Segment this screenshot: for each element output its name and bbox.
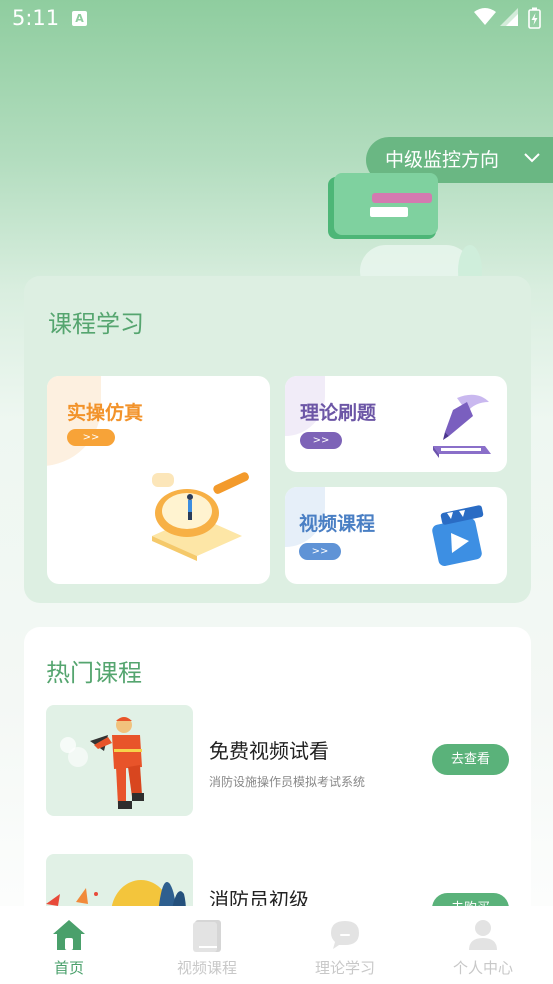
person-icon — [469, 920, 497, 950]
course-thumbnail — [46, 705, 193, 816]
section-title: 热门课程 — [46, 659, 142, 687]
tile-theory-practice[interactable]: 理论刷题 >> — [285, 376, 507, 472]
tile-label: 实操仿真 — [67, 402, 144, 424]
wifi-icon — [474, 8, 496, 25]
nav-item-home[interactable]: 首页 — [0, 906, 138, 984]
tile-arrow-badge: >> — [299, 543, 341, 560]
tile-label: 理论刷题 — [300, 402, 377, 424]
pen-book-illustration — [433, 394, 491, 458]
tile-arrow-badge: >> — [67, 429, 115, 446]
tile-label: 视频课程 — [299, 513, 376, 535]
book-icon — [193, 920, 221, 952]
section-title: 课程学习 — [48, 310, 144, 338]
chat-bubble-icon — [331, 921, 359, 949]
course-study-card: 课程学习 实操仿真 >> 理论刷题 >> 视频课程 >> — [24, 276, 531, 603]
battery-charging-icon — [528, 7, 541, 29]
bottom-navigation: 首页 视频课程 理论学习 个人中心 — [0, 906, 553, 984]
hot-courses-card: 热门课程 免费视频试看 消防设施操作员模拟考试系统 去查看 消防员初级 — [24, 627, 531, 965]
view-course-button[interactable]: 去查看 — [432, 744, 509, 775]
nav-label: 个人中心 — [452, 959, 513, 977]
home-icon — [53, 920, 85, 950]
video-play-illustration — [432, 505, 484, 566]
nav-label: 理论学习 — [314, 959, 375, 977]
nav-label: 视频课程 — [176, 959, 237, 977]
course-title: 免费视频试看 — [209, 739, 329, 763]
a-icon: A — [72, 11, 87, 26]
firefighter-illustration — [60, 717, 144, 809]
nav-item-theory-study[interactable]: 理论学习 — [276, 906, 414, 984]
signal-icon — [500, 8, 518, 26]
nav-label: 首页 — [53, 959, 84, 977]
nav-item-video-courses[interactable]: 视频课程 — [138, 906, 276, 984]
tile-practice-simulation[interactable]: 实操仿真 >> — [47, 376, 270, 584]
chevron-down-icon — [524, 153, 540, 163]
list-item[interactable]: 免费视频试看 消防设施操作员模拟考试系统 去查看 — [46, 705, 509, 817]
status-bar: 5:11 A — [0, 0, 553, 38]
status-time: 5:11 — [12, 6, 60, 30]
tile-video-course[interactable]: 视频课程 >> — [285, 487, 507, 584]
course-description: 消防设施操作员模拟考试系统 — [209, 775, 366, 789]
tile-arrow-badge: >> — [300, 432, 342, 449]
magnifier-figure-illustration — [152, 472, 249, 561]
nav-item-profile[interactable]: 个人中心 — [414, 906, 552, 984]
